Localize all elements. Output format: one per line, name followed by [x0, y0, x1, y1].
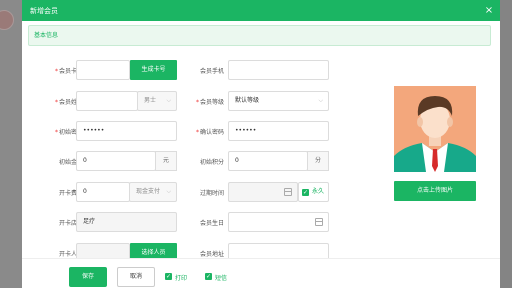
chevron-down-icon: ⌵ [166, 97, 171, 104]
section-basic-info: 基本信息 [28, 25, 491, 46]
points-unit: 分 [307, 151, 329, 171]
card-fee-input[interactable]: 0 [76, 182, 130, 202]
background-right [500, 0, 512, 288]
mobile-label: 会员手机 [199, 68, 224, 75]
sms-checkbox[interactable]: ✓ [205, 273, 212, 280]
title-select[interactable]: 男士 ⌵ [137, 91, 177, 111]
name-input[interactable] [76, 91, 138, 111]
print-checkbox[interactable]: ✓ [165, 273, 172, 280]
level-label: *会员等级 [195, 99, 224, 106]
close-icon[interactable]: × [482, 5, 496, 16]
chevron-down-icon: ⌵ [318, 97, 323, 104]
address-label: 会员地址 [199, 251, 224, 258]
level-select[interactable]: 默认等级 ⌵ [228, 91, 329, 111]
dialog-title: 新增会员 [30, 6, 58, 15]
confirm-password-label: *确认密码 [195, 129, 224, 136]
avatar [0, 10, 14, 30]
sms-label: 短信 [215, 275, 228, 282]
add-member-dialog: 新增会员 × 基本信息 *会员卡号 生成卡号 会员手机 *会员姓名 男士 ⌵ *会… [22, 0, 500, 288]
print-label: 打印 [175, 275, 188, 282]
init-points-label: 初始积分 [199, 159, 224, 166]
dialog-header: 新增会员 × [22, 0, 500, 21]
permanent-checkbox[interactable]: ✓ [302, 189, 309, 196]
chevron-down-icon: ⌵ [166, 188, 171, 195]
generate-card-no-button[interactable]: 生成卡号 [130, 60, 177, 80]
card-no-input[interactable] [76, 60, 130, 80]
confirm-password-input[interactable]: •••••• [228, 121, 329, 141]
cancel-button[interactable]: 取消 [117, 267, 155, 287]
background-sidebar [0, 0, 22, 288]
upload-photo-button[interactable]: 点击上传图片 [394, 181, 476, 201]
birthday-label: 会员生日 [199, 220, 224, 227]
permanent-label: 永久 [312, 188, 325, 195]
member-photo [394, 86, 476, 172]
save-button[interactable]: 保存 [69, 267, 107, 287]
expire-time-label: 过期时间 [199, 190, 224, 197]
avatar-illustration [394, 86, 476, 172]
store-input[interactable]: 足疗 [76, 212, 177, 232]
calendar-icon [284, 188, 292, 196]
init-points-input[interactable]: 0 [228, 151, 308, 171]
pay-method-select[interactable]: 现金支付 ⌵ [129, 182, 177, 202]
permanent-checkbox-box[interactable]: ✓ 永久 [298, 182, 329, 202]
expire-time-input[interactable] [228, 182, 298, 202]
calendar-icon [315, 218, 323, 226]
mobile-input[interactable] [228, 60, 329, 80]
dialog-footer: 保存 取消 ✓ 打印 ✓ 短信 [22, 258, 500, 288]
init-amount-input[interactable]: 0 [76, 151, 156, 171]
birthday-input[interactable] [228, 212, 329, 232]
amount-unit: 元 [155, 151, 177, 171]
init-password-input[interactable]: •••••• [76, 121, 177, 141]
